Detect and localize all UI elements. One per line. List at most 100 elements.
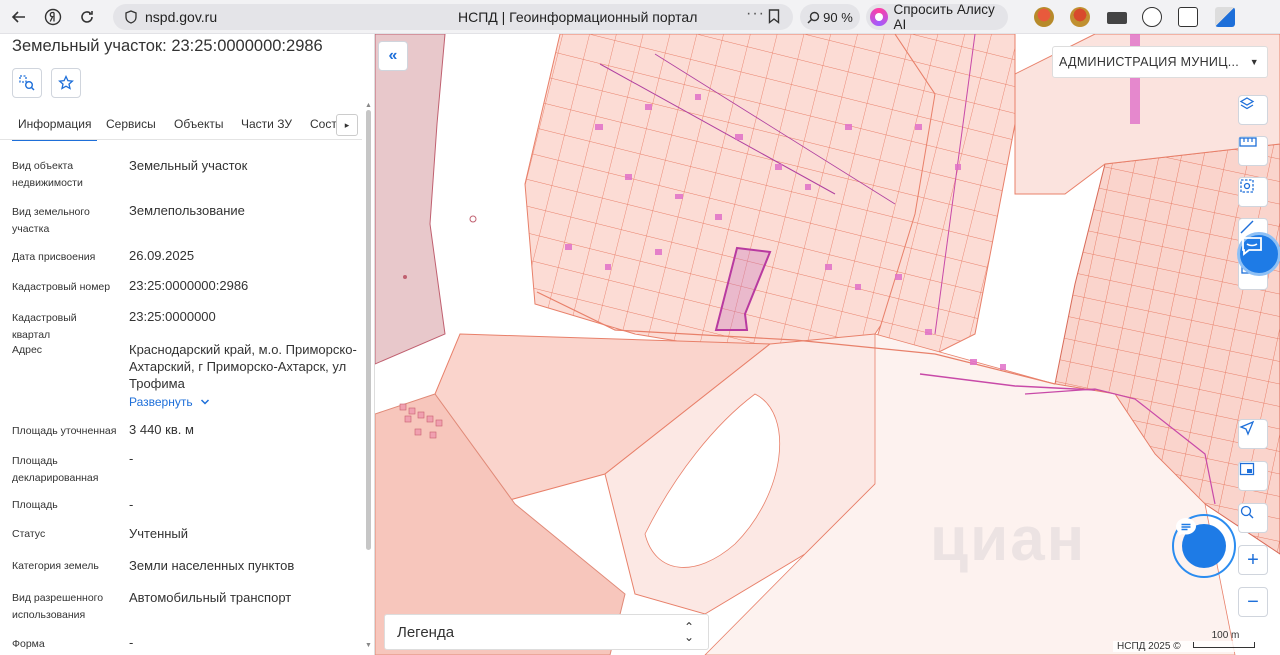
row-value-permitted-use: Автомобильный транспорт [129,590,292,605]
geolocation-button[interactable] [1238,419,1268,449]
copyright-text: НСПД 2025 © [1117,641,1181,652]
play-extension-icon[interactable] [1142,7,1162,27]
row-label-permitted-use: Вид разрешенного использования [12,592,104,621]
row-value-address: Краснодарский край, м.о. Приморско-Ахтар… [129,342,357,391]
tab-parts[interactable]: Части ЗУ [241,117,292,131]
row-label-address: Адрес [12,344,43,356]
scale-bar: 100 m [1192,630,1255,648]
extension-2-icon[interactable] [1070,7,1090,27]
scroll-down-icon[interactable]: ▼ [365,642,372,649]
caret-down-icon: ▼ [1249,57,1259,67]
row-value-cadastral-number: 23:25:0000000:2986 [129,278,249,293]
row-value-cadastral-quarter: 23:25:0000000 [129,309,216,324]
watermark-text: циан [930,505,1087,574]
zoom-in-button[interactable]: + [1238,545,1268,575]
chat-fab-circle [1176,518,1226,568]
admin-unit-select[interactable]: АДМИНИСТРАЦИЯ МУНИЦ... ▼ [1052,46,1268,78]
tab-services[interactable]: Сервисы [106,117,156,131]
double-chevron-left-icon: « [388,47,398,64]
address-bar[interactable]: nspd.gov.ru НСПД | Геоинформационный пор… [113,4,793,30]
ruler-icon [1239,137,1257,147]
row-label-land-category: Категория земель [12,560,99,572]
ruler-button[interactable] [1238,136,1268,166]
area-search-button[interactable] [1238,177,1268,207]
url-text: nspd.gov.ru [145,9,218,25]
row-value-parcel-type: Землепользование [129,203,245,218]
plus-icon: + [1247,548,1259,571]
find-location-button[interactable] [1238,503,1268,533]
cadastral-map [375,34,1280,655]
more-icon[interactable]: ··· [746,5,765,23]
minus-icon: − [1247,590,1259,613]
row-label-status: Статус [12,528,46,540]
locate-object-icon [19,75,35,91]
row-value-specified-area: 3 440 кв. м [129,422,194,437]
row-value-object-type: Земельный участок [129,158,248,173]
star-icon [58,75,74,90]
legend-label: Легенда [397,623,455,641]
alice-label: Спросить Алису AI [893,2,995,32]
zoom-icon [807,11,820,24]
back-icon[interactable] [2,0,36,34]
expand-label: Развернуть [129,395,193,409]
extension-3-icon[interactable] [1107,12,1127,24]
reload-icon[interactable] [70,0,104,34]
yandex-icon[interactable] [36,0,70,34]
row-label-declared-area: Площадь декларированная [12,455,99,484]
row-label-object-type: Вид объекта недвижимости [12,160,83,189]
panel-tabs: Информация Сервисы Объекты Части ЗУ Сост… [0,114,362,141]
alice-icon [870,8,888,26]
row-label-specified-area: Площадь уточненная [12,425,117,437]
expand-collapse-icon: ⌃ ⌄ [683,620,694,644]
panel-title: Земельный участок: 23:25:0000000:2986 [12,37,323,55]
alice-button[interactable]: Спросить Алису AI [866,2,1008,32]
tab-objects[interactable]: Объекты [174,117,224,131]
tabs-scroll-right-button[interactable]: ▸ [336,114,358,136]
row-value-land-category: Земли населенных пунктов [129,558,295,573]
row-value-area: - [129,497,134,512]
navigation-arrow-icon [1239,420,1255,436]
row-value-ownership: - [129,635,134,650]
favorite-button[interactable] [51,68,81,98]
minimap-icon [1239,462,1255,476]
row-label-area: Площадь [12,499,58,511]
shield-icon [119,10,143,24]
chat-icon [1176,518,1196,536]
scroll-up-icon[interactable]: ▲ [365,102,372,109]
scale-label: 100 m [1211,629,1240,641]
extension-4-icon[interactable] [1215,7,1235,27]
zoom-indicator[interactable]: 90 % [800,4,860,30]
legend-panel-toggle[interactable]: Легенда ⌃ ⌄ [384,614,709,650]
chevron-down-icon [201,399,210,405]
row-value-assigned-date: 26.09.2025 [129,248,195,263]
location-search-icon [1240,505,1254,519]
minimap-button[interactable] [1238,461,1268,491]
tabs-divider [0,139,362,140]
tab-information[interactable]: Информация [11,117,99,141]
support-badge-button[interactable] [1237,232,1280,276]
row-label-cadastral-quarter: Кадастровый квартал [12,312,77,341]
zoom-to-object-button[interactable] [12,68,42,98]
row-label-parcel-type: Вид земельного участка [12,206,90,235]
panel-scrollbar[interactable] [366,110,371,550]
chat-bubble-icon [1242,237,1262,256]
row-label-assigned-date: Дата присвоения [12,251,96,263]
expand-address-link[interactable]: Развернуть [129,393,359,411]
map-canvas[interactable]: циан « АДМИНИСТРАЦИЯ МУНИЦ... ▼ + − Леге… [375,34,1280,655]
bookmark-icon[interactable] [768,9,780,29]
chat-button[interactable] [1172,514,1236,578]
layers-button[interactable] [1238,95,1268,125]
extension-1-icon[interactable] [1034,7,1054,27]
tab-title: НСПД | Геоинформационный портал [458,9,698,25]
admin-unit-value: АДМИНИСТРАЦИЯ МУНИЦ... [1059,55,1240,69]
row-label-ownership: Форма собственности [12,638,45,650]
row-value-status: Учтенный [129,526,189,541]
row-value-declared-area: - [129,451,134,466]
reader-icon[interactable] [1178,7,1198,27]
collapse-panel-button[interactable]: « [378,41,408,71]
object-info-panel: Земельный участок: 23:25:0000000:2986 Ин… [0,34,375,655]
map-attribution-scale: НСПД 2025 © 100 m [1113,630,1259,652]
row-label-cadastral-number: Кадастровый номер [12,281,111,293]
zoom-out-button[interactable]: − [1238,587,1268,617]
select-area-icon [1240,179,1254,193]
